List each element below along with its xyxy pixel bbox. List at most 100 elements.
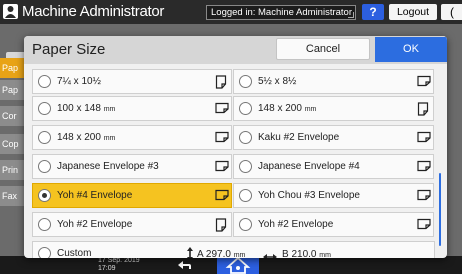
- unit-label: mm: [233, 252, 246, 258]
- paper-size-text: Yoh #4 Envelope: [57, 190, 133, 201]
- paper-size-row: 100 x 148 mm 148 x 200 mm: [32, 96, 435, 121]
- paper-size-text: 148 x 200: [258, 103, 302, 114]
- top-bar: Machine Administrator Logged in: Machine…: [0, 0, 462, 24]
- login-status-text: Logged in: Machine Administrator: [211, 7, 352, 18]
- paper-size-option[interactable]: 5½ x 8½: [233, 69, 434, 94]
- paper-size-label: Yoh #2 Envelope: [57, 219, 132, 231]
- unit-label: mm: [304, 106, 317, 113]
- horizontal-arrow-icon: [262, 248, 278, 258]
- home-icon: [225, 256, 251, 274]
- paper-landscape-icon: [417, 218, 431, 230]
- radio-button[interactable]: [239, 75, 252, 88]
- paper-size-text: Yoh #2 Envelope: [57, 219, 133, 230]
- paper-size-option[interactable]: Yoh Chou #3 Envelope: [233, 183, 434, 208]
- paper-size-label: 148 x 200 mm: [258, 103, 316, 116]
- background-tab[interactable]: Pap: [0, 58, 26, 78]
- help-button[interactable]: ?: [362, 4, 384, 20]
- radio-button[interactable]: [239, 218, 252, 231]
- custom-b-value: B 210.0 mm: [282, 249, 331, 258]
- background-tab[interactable]: Pap: [0, 80, 26, 100]
- paper-size-option[interactable]: 100 x 148 mm: [32, 96, 232, 121]
- paper-size-option[interactable]: 148 x 200 mm: [32, 125, 232, 150]
- ok-button[interactable]: OK: [375, 37, 447, 62]
- radio-button[interactable]: [38, 75, 51, 88]
- login-status: Logged in: Machine Administrator: [206, 5, 356, 20]
- radio-button[interactable]: [38, 102, 51, 115]
- paper-size-option[interactable]: 7¼ x 10½: [32, 69, 232, 94]
- paper-portrait-icon: [215, 75, 227, 89]
- custom-b-number: B 210.0: [282, 249, 317, 258]
- radio-button[interactable]: [38, 218, 51, 231]
- date-text: 17 Sep. 2019: [98, 257, 140, 264]
- paper-size-option[interactable]: Yoh #2 Envelope: [32, 212, 232, 237]
- background-tab[interactable]: Cor: [0, 106, 26, 126]
- paper-size-option[interactable]: Japanese Envelope #3: [32, 154, 232, 179]
- paper-size-row: Yoh #4 Envelope Yoh Chou #3 Envelope: [32, 183, 435, 208]
- custom-size-option[interactable]: Custom A 297.0 mm B 210.0 mm: [32, 241, 435, 258]
- radio-button[interactable]: [38, 160, 51, 173]
- radio-button[interactable]: [239, 131, 252, 144]
- dialog-header: Paper Size Cancel OK: [24, 36, 447, 64]
- paper-size-text: 7¼ x 10½: [57, 76, 101, 87]
- paper-size-option[interactable]: Yoh #4 Envelope: [32, 183, 232, 208]
- paper-landscape-icon: [417, 189, 431, 201]
- vertical-arrow-icon: [186, 246, 194, 258]
- paper-size-option[interactable]: Yoh #2 Envelope: [233, 212, 434, 237]
- radio-button[interactable]: [38, 247, 51, 258]
- radio-button[interactable]: [239, 102, 252, 115]
- radio-button[interactable]: [239, 189, 252, 202]
- paper-size-option[interactable]: Japanese Envelope #4: [233, 154, 434, 179]
- paper-size-text: Kaku #2 Envelope: [258, 132, 340, 143]
- unit-label: mm: [103, 106, 116, 113]
- paper-size-text: Japanese Envelope #3: [57, 161, 159, 172]
- home-button[interactable]: [217, 256, 259, 274]
- background-tab[interactable]: Prin: [0, 160, 26, 180]
- back-arrow-icon: [178, 261, 191, 269]
- extra-button[interactable]: (: [441, 4, 462, 20]
- paper-landscape-icon: [215, 160, 229, 172]
- paper-size-row: 7¼ x 10½ 5½ x 8½: [32, 69, 435, 94]
- back-button[interactable]: [170, 256, 196, 274]
- bottom-bar: 17 Sep. 2019 17:09: [0, 256, 462, 274]
- paper-size-label: Japanese Envelope #4: [258, 161, 360, 173]
- cancel-button[interactable]: Cancel: [276, 38, 370, 60]
- custom-label: Custom: [57, 248, 92, 258]
- scrollbar[interactable]: [439, 173, 441, 246]
- paper-size-label: Kaku #2 Envelope: [258, 132, 339, 144]
- paper-landscape-icon: [215, 102, 229, 114]
- unit-label: mm: [103, 135, 116, 142]
- paper-size-option[interactable]: 148 x 200 mm: [233, 96, 434, 121]
- user-icon: [3, 4, 18, 19]
- paper-size-label: 7¼ x 10½: [57, 76, 101, 88]
- paper-portrait-icon: [215, 218, 227, 232]
- paper-size-label: 100 x 148 mm: [57, 103, 115, 116]
- radio-button[interactable]: [38, 131, 51, 144]
- logout-button[interactable]: Logout: [389, 4, 437, 20]
- background-tab[interactable]: Fax: [0, 186, 26, 206]
- paper-size-text: Japanese Envelope #4: [258, 161, 360, 172]
- paper-size-row: Yoh #2 Envelope Yoh #2 Envelope: [32, 212, 435, 237]
- paper-size-label: Yoh #2 Envelope: [258, 219, 333, 231]
- paper-size-dialog: Paper Size Cancel OK 7¼ x 10½ 5½ x 8½ 100 …: [24, 36, 447, 258]
- paper-landscape-icon: [417, 131, 431, 143]
- date-time: 17 Sep. 2019 17:09: [98, 257, 140, 273]
- paper-size-label: Yoh Chou #3 Envelope: [258, 190, 360, 202]
- dialog-title: Paper Size: [32, 41, 106, 58]
- user-title: Machine Administrator: [22, 3, 165, 20]
- background-tab[interactable]: Cop: [0, 134, 26, 154]
- paper-size-text: 100 x 148: [57, 103, 101, 114]
- paper-size-text: Yoh Chou #3 Envelope: [258, 190, 360, 201]
- custom-a-value: A 297.0 mm: [197, 249, 245, 258]
- paper-size-row: Japanese Envelope #3 Japanese Envelope #4: [32, 154, 435, 179]
- paper-portrait-icon: [417, 102, 429, 116]
- radio-button[interactable]: [239, 160, 252, 173]
- paper-size-label: 148 x 200 mm: [57, 132, 115, 145]
- paper-size-option[interactable]: Kaku #2 Envelope: [233, 125, 434, 150]
- resize-corner-icon: [348, 12, 354, 18]
- paper-size-row: 148 x 200 mm Kaku #2 Envelope: [32, 125, 435, 150]
- paper-landscape-icon: [215, 131, 229, 143]
- paper-size-text: Yoh #2 Envelope: [258, 219, 334, 230]
- paper-size-label: Japanese Envelope #3: [57, 161, 159, 173]
- paper-landscape-icon: [215, 189, 229, 201]
- radio-button[interactable]: [38, 189, 51, 202]
